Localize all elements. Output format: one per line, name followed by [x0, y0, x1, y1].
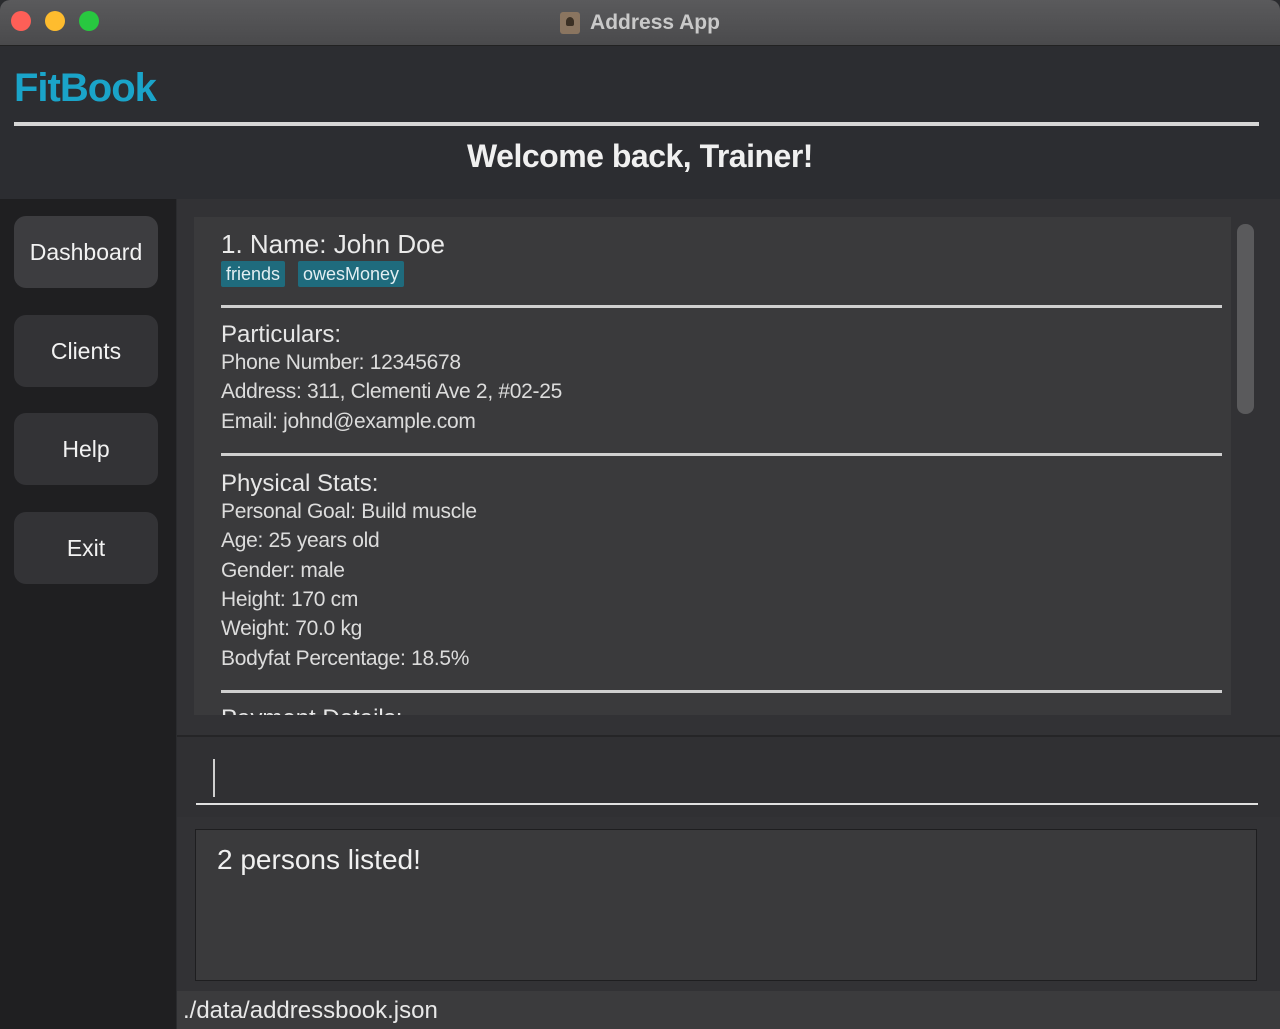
bodyfat-field: Bodyfat Percentage: 18.5%	[221, 647, 470, 670]
address-book-icon	[560, 11, 581, 34]
window-title: Address App	[0, 0, 1280, 45]
header-divider	[14, 122, 1259, 126]
address-field: Address: 311, Clementi Ave 2, #02-25	[221, 380, 562, 403]
main-panel: 1. Name: John Doe friends owesMoney Part…	[177, 199, 1280, 1029]
status-bar: ./data/addressbook.json	[177, 991, 1280, 1029]
goal-field: Personal Goal: Build muscle	[221, 500, 477, 523]
section-divider	[221, 453, 1222, 456]
data-file-path: ./data/addressbook.json	[183, 997, 438, 1024]
app-header: FitBook Welcome back, Trainer!	[0, 46, 1280, 199]
brand-logo: FitBook	[14, 66, 157, 110]
tag-friends: friends	[221, 261, 286, 287]
particulars-heading: Particulars:	[221, 321, 342, 348]
email-field: Email: johnd@example.com	[221, 410, 476, 433]
height-field: Height: 170 cm	[221, 588, 359, 611]
age-field: Age: 25 years old	[221, 529, 380, 552]
section-divider	[221, 690, 1222, 693]
result-display: 2 persons listed!	[195, 829, 1257, 981]
payment-details-heading: Payment Details:	[221, 705, 402, 715]
window-title-text: Address App	[590, 10, 720, 34]
welcome-heading: Welcome back, Trainer!	[467, 138, 813, 174]
tag-owes-money: owesMoney	[298, 261, 405, 287]
gender-field: Gender: male	[221, 559, 345, 582]
physical-stats-heading: Physical Stats:	[221, 470, 379, 497]
title-bar: Address App	[0, 0, 1280, 46]
phone-field: Phone Number: 12345678	[221, 351, 461, 374]
person-list[interactable]: 1. Name: John Doe friends owesMoney Part…	[194, 217, 1231, 715]
command-input[interactable]	[196, 747, 1258, 805]
help-button[interactable]: Help	[14, 413, 158, 485]
weight-field: Weight: 70.0 kg	[221, 617, 363, 640]
clients-button[interactable]: Clients	[14, 315, 158, 387]
section-divider	[221, 305, 1222, 308]
command-box	[177, 735, 1280, 817]
exit-button[interactable]: Exit	[14, 512, 158, 584]
result-message: 2 persons listed!	[217, 844, 421, 875]
person-name: 1. Name: John Doe	[221, 229, 446, 259]
text-cursor	[213, 759, 215, 797]
dashboard-button[interactable]: Dashboard	[14, 216, 158, 288]
list-scrollbar[interactable]	[1237, 224, 1254, 414]
sidebar: Dashboard Clients Help Exit	[0, 199, 176, 1029]
